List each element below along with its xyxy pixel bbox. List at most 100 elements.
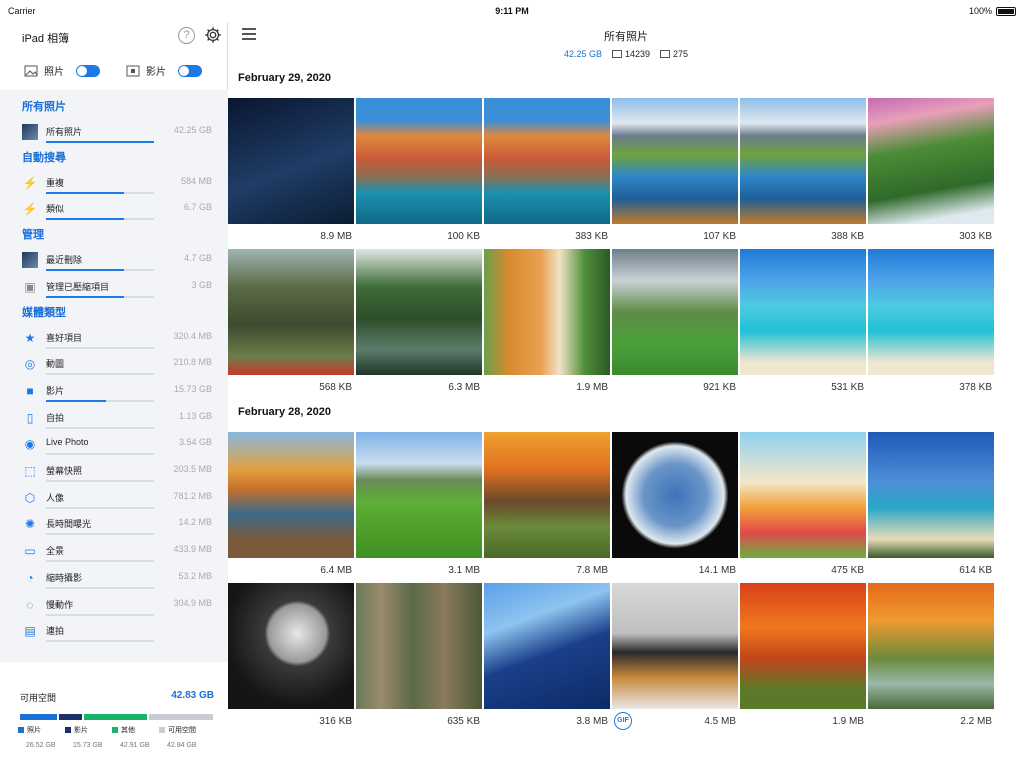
photo-tile[interactable]: 921 KB — [612, 249, 738, 397]
sidebar-item[interactable]: ◎ 動圖 210.8 MB — [22, 352, 212, 378]
video-icon: ■ — [26, 383, 34, 398]
section-title: 管理 — [22, 229, 44, 242]
photo-thumbnail[interactable] — [356, 583, 482, 709]
photo-tile[interactable]: 6.4 MB — [228, 432, 354, 580]
item-progress — [46, 141, 154, 143]
photo-thumbnail[interactable] — [740, 583, 866, 709]
sidebar-item[interactable]: ⚡ 類似 6.7 GB — [22, 197, 212, 223]
photo-tile[interactable]: 383 KB — [484, 98, 610, 246]
photo-tile[interactable]: 107 KB — [612, 98, 738, 246]
photo-thumbnail[interactable] — [868, 432, 994, 558]
live-photo-icon: ◉ — [24, 437, 36, 452]
photo-tile[interactable]: 7.8 MB — [484, 432, 610, 580]
photo-tile[interactable]: 8.9 MB — [228, 98, 354, 246]
storage-segment — [20, 714, 58, 720]
photo-thumbnail[interactable] — [484, 583, 610, 709]
photo-thumbnail[interactable] — [356, 98, 482, 224]
item-progress — [46, 613, 154, 616]
sidebar-item[interactable]: 所有照片 42.25 GB — [22, 120, 212, 146]
photo-thumbnail[interactable] — [484, 98, 610, 224]
photos-toggle[interactable] — [76, 64, 100, 77]
legend-name: 影片 — [74, 727, 88, 734]
photo-thumbnail[interactable] — [868, 98, 994, 224]
photo-tile[interactable]: 1.9 MB — [740, 583, 866, 731]
photo-size: 6.4 MB — [320, 565, 352, 576]
photo-tile[interactable]: 614 KB — [868, 432, 994, 580]
photo-tile[interactable]: 316 KB — [228, 583, 354, 731]
photo-tile[interactable]: 3.8 MB — [484, 583, 610, 731]
sidebar-item[interactable]: ■ 影片 15.73 GB — [22, 379, 212, 405]
photo-thumbnail[interactable] — [228, 583, 354, 709]
sidebar-item[interactable]: ✺ 長時間曝光 14.2 MB — [22, 512, 212, 538]
sidebar-item-value: 781.2 MB — [173, 490, 212, 501]
library-size: 42.25 GB — [563, 49, 602, 59]
photo-thumbnail[interactable] — [740, 98, 866, 224]
gear-icon[interactable] — [204, 26, 222, 44]
sidebar-item[interactable]: ▤ 連拍 — [22, 619, 212, 645]
photo-thumbnail[interactable] — [356, 249, 482, 375]
sidebar-item[interactable]: ▭ 全景 433.9 MB — [22, 539, 212, 565]
sidebar-item[interactable]: 最近刪除 4.7 GB — [22, 248, 212, 274]
sidebar-item-label: 最近刪除 — [46, 255, 83, 266]
sidebar-item[interactable]: ◔ 縮時攝影 53.2 MB — [22, 566, 212, 592]
photo-thumbnail[interactable] — [612, 432, 738, 558]
photo-tile[interactable]: 6.3 MB — [356, 249, 482, 397]
photo-size: 921 KB — [703, 382, 736, 393]
item-progress — [46, 426, 154, 429]
photo-tile[interactable]: 4.5 MB GIF — [612, 583, 738, 731]
photo-size: 635 KB — [447, 716, 480, 727]
photo-thumbnail[interactable] — [228, 432, 354, 558]
photo-tile[interactable]: 303 KB — [868, 98, 994, 246]
sidebar-title: iPad 相簿 — [22, 33, 70, 45]
burst-icon: ▤ — [24, 624, 36, 639]
date-header: February 28, 2020 — [238, 406, 331, 418]
photo-thumbnail[interactable] — [868, 583, 994, 709]
sidebar-item-label: 動圖 — [46, 359, 65, 370]
photo-thumbnail[interactable] — [740, 249, 866, 375]
screenshot-icon: ⬚ — [24, 464, 36, 478]
photo-thumbnail[interactable] — [228, 249, 354, 375]
photo-thumbnail[interactable] — [612, 583, 738, 709]
sidebar-item[interactable]: ⚡ 重複 584 MB — [22, 171, 212, 197]
photo-thumbnail[interactable] — [868, 249, 994, 375]
photo-tile[interactable]: 3.1 MB — [356, 432, 482, 580]
videos-toggle-label: 影片 — [146, 67, 166, 78]
photo-tile[interactable]: 378 KB — [868, 249, 994, 397]
sidebar-item[interactable]: ▯ 自拍 1.13 GB — [22, 406, 212, 432]
photo-tile[interactable]: 1.9 MB — [484, 249, 610, 397]
photo-thumbnail[interactable] — [484, 432, 610, 558]
sidebar-item[interactable]: ▣ 管理已壓縮項目 3 GB — [22, 275, 212, 301]
help-icon[interactable]: ? — [178, 27, 195, 44]
photo-tile[interactable]: 100 KB — [356, 98, 482, 246]
image-icon: ▣ — [24, 279, 36, 294]
video-count-stat: 275 — [660, 49, 688, 59]
videos-toggle[interactable] — [178, 64, 202, 77]
photo-tile[interactable]: 568 KB — [228, 249, 354, 397]
sidebar-item[interactable]: ⬚ 螢幕快照 203.5 MB — [22, 459, 212, 485]
videos-toggle-row: 影片 — [126, 63, 202, 78]
item-progress — [46, 586, 154, 589]
item-progress — [46, 640, 154, 643]
video-count-icon — [660, 50, 671, 58]
photo-thumbnail[interactable] — [740, 432, 866, 558]
photo-thumbnail[interactable] — [612, 249, 738, 375]
photo-tile[interactable]: 14.1 MB — [612, 432, 738, 580]
photo-tile[interactable]: 475 KB — [740, 432, 866, 580]
photo-tile[interactable]: 388 KB — [740, 98, 866, 246]
storage-segment — [59, 714, 82, 720]
sidebar-item[interactable]: ⬡ 人像 781.2 MB — [22, 486, 212, 512]
photo-tile[interactable]: 2.2 MB — [868, 583, 994, 731]
sidebar-item-value: 15.73 GB — [173, 383, 212, 394]
photo-thumbnail[interactable] — [356, 432, 482, 558]
legend-swatch — [18, 727, 24, 733]
photo-size: 1.9 MB — [576, 382, 608, 393]
photo-thumbnail[interactable] — [228, 98, 354, 224]
photo-thumbnail[interactable] — [612, 98, 738, 224]
sidebar-item[interactable]: ★ 喜好項目 320.4 MB — [22, 326, 212, 352]
photo-thumbnail[interactable] — [484, 249, 610, 375]
sidebar-item[interactable]: ◌ 慢動作 304.9 MB — [22, 593, 212, 619]
photo-tile[interactable]: 635 KB — [356, 583, 482, 731]
battery-status: 100% — [969, 6, 1016, 16]
sidebar-item[interactable]: ◉ Live Photo 3.54 GB — [22, 432, 212, 458]
photo-tile[interactable]: 531 KB — [740, 249, 866, 397]
